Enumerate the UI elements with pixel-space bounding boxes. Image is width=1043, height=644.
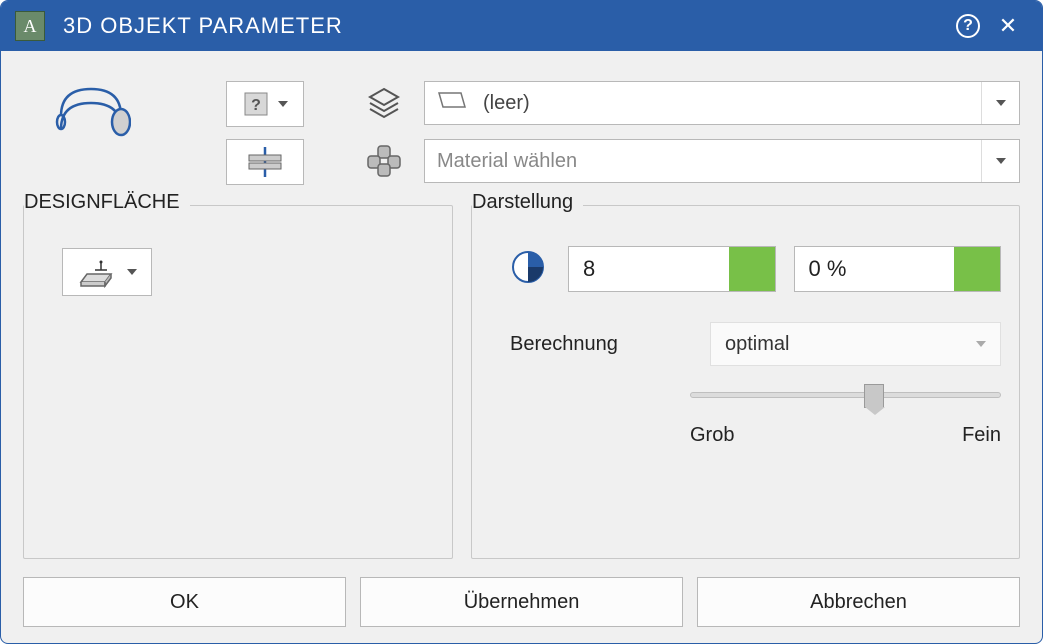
combo-arrow xyxy=(981,140,1019,182)
display-group-title: Darstellung xyxy=(472,191,583,214)
tool-button-stack: ? xyxy=(226,81,304,185)
layers-icon xyxy=(364,85,404,121)
design-surface-dropdown[interactable] xyxy=(62,248,152,296)
design-surface-group: DESIGNFLÄCHE xyxy=(23,205,453,559)
layer-shape-icon xyxy=(437,89,467,118)
slider-thumb[interactable] xyxy=(864,384,884,408)
percent-input[interactable]: 0 % xyxy=(794,246,1002,292)
app-icon xyxy=(15,11,45,41)
layer-combo[interactable]: (leer) xyxy=(424,81,1020,125)
svg-text:?: ? xyxy=(251,97,261,114)
properties-column: (leer) Material wählen xyxy=(324,81,1020,185)
slider-labels: Grob Fein xyxy=(690,424,1001,447)
question-box-icon: ? xyxy=(242,90,270,118)
dialog-content: ? xyxy=(1,51,1042,643)
help-button[interactable]: ? xyxy=(948,6,988,46)
design-group-title: DESIGNFLÄCHE xyxy=(24,191,190,214)
type-dropdown[interactable]: ? xyxy=(226,81,304,127)
object-shape-icon xyxy=(51,81,131,143)
material-row: Material wählen xyxy=(364,139,1020,183)
chevron-down-icon xyxy=(127,269,137,275)
chevron-down-icon xyxy=(996,100,1006,106)
apply-indicator xyxy=(954,247,1000,291)
chevron-down-icon xyxy=(996,158,1006,164)
segment-count-input[interactable]: 8 xyxy=(568,246,776,292)
window-title: 3D OBJEKT PARAMETER xyxy=(63,13,948,39)
calculation-row: Berechnung optimal xyxy=(510,322,1001,366)
calculation-combo[interactable]: optimal xyxy=(710,322,1001,366)
close-button[interactable]: ✕ xyxy=(988,6,1028,46)
apply-button[interactable]: Übernehmen xyxy=(360,577,683,627)
help-icon: ? xyxy=(956,14,980,38)
material-placeholder: Material wählen xyxy=(437,150,577,173)
quality-slider-wrap: Grob Fein xyxy=(690,392,1001,447)
chevron-down-icon xyxy=(976,341,986,347)
display-values-row: 8 0 % xyxy=(510,246,1001,292)
left-icon-group: ? xyxy=(23,81,304,185)
calculation-value: optimal xyxy=(725,333,789,356)
segment-count-value: 8 xyxy=(569,256,729,282)
close-icon: ✕ xyxy=(999,13,1017,39)
mid-row: DESIGNFLÄCHE Darstellung xyxy=(23,205,1020,559)
apply-indicator xyxy=(729,247,775,291)
dialog-button-row: OK Übernehmen Abbrechen xyxy=(23,577,1020,627)
dialog-window: 3D OBJEKT PARAMETER ? ✕ xyxy=(0,0,1043,644)
top-row: ? xyxy=(23,81,1020,185)
pie-icon xyxy=(510,249,550,290)
chevron-down-icon xyxy=(278,101,288,107)
ok-button[interactable]: OK xyxy=(23,577,346,627)
cancel-button[interactable]: Abbrechen xyxy=(697,577,1020,627)
slider-min-label: Grob xyxy=(690,424,734,447)
calculation-label: Berechnung xyxy=(510,333,680,356)
design-surface-icon xyxy=(77,256,117,288)
combo-arrow xyxy=(981,82,1019,124)
material-icon xyxy=(364,144,404,178)
display-group: Darstellung 8 0 % xyxy=(471,205,1020,559)
layer-value: (leer) xyxy=(483,92,530,115)
percent-value: 0 % xyxy=(795,256,955,282)
alignment-icon xyxy=(241,147,289,177)
layer-row: (leer) xyxy=(364,81,1020,125)
quality-slider[interactable] xyxy=(690,392,1001,398)
material-combo[interactable]: Material wählen xyxy=(424,139,1020,183)
slider-max-label: Fein xyxy=(962,424,1001,447)
titlebar: 3D OBJEKT PARAMETER ? ✕ xyxy=(1,1,1042,51)
alignment-button[interactable] xyxy=(226,139,304,185)
